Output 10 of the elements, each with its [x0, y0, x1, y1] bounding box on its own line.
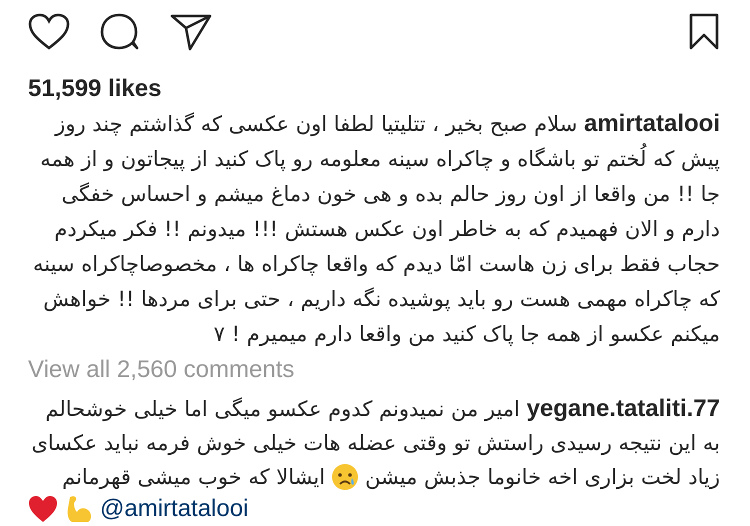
heart-icon: [28, 495, 58, 523]
likes-count[interactable]: 51,599 likes: [28, 74, 162, 104]
comment-text: زیاد لخت بزاری اخه خانوما جذبش میشن: [365, 464, 720, 492]
heart-icon[interactable]: [28, 13, 70, 51]
send-icon[interactable]: [170, 13, 212, 51]
comment-icon[interactable]: [100, 13, 140, 51]
sad-face-icon: [331, 463, 360, 491]
bookmark-icon[interactable]: [688, 13, 720, 51]
mention-link[interactable]: @amirtatalooi: [100, 495, 248, 523]
comment-text: ایشالا که خوب میشی قهرمانم: [62, 464, 326, 492]
